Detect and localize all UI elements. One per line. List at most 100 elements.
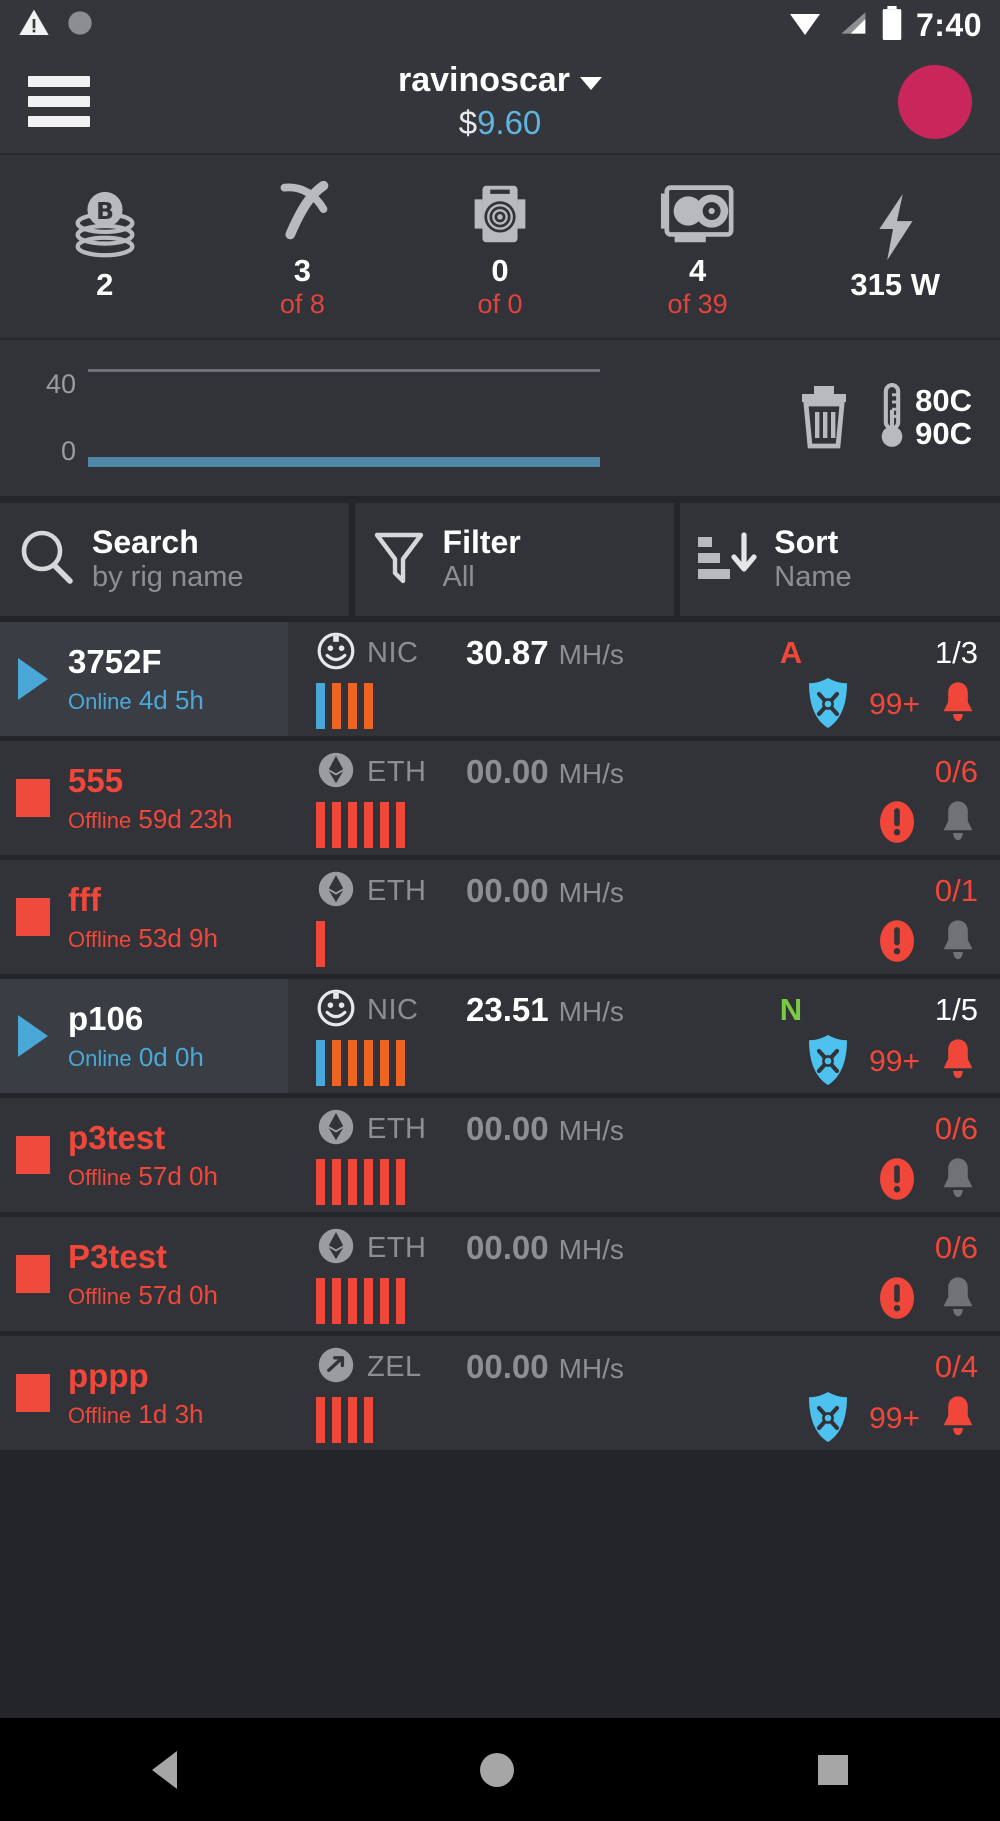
gpu-bar bbox=[348, 802, 357, 848]
rig-metrics-top: NIC 30.87 MH/s A 1/3 bbox=[316, 627, 978, 679]
rig-state-toggle[interactable] bbox=[16, 658, 50, 700]
notification-bell-icon[interactable] bbox=[938, 1156, 978, 1206]
gpu-bar-chart bbox=[316, 919, 325, 967]
rig-state-toggle[interactable] bbox=[16, 1374, 50, 1412]
play-triangle-icon[interactable] bbox=[18, 658, 48, 700]
stop-square-icon[interactable] bbox=[16, 1374, 50, 1412]
rig-identity[interactable]: 555 Offline 59d 23h bbox=[0, 741, 288, 855]
rig-hashrate: 00.00 MH/s bbox=[466, 1110, 736, 1148]
rig-identity[interactable]: 3752F Online 4d 5h bbox=[0, 622, 288, 736]
rig-identity[interactable]: p106 Online 0d 0h bbox=[0, 979, 288, 1093]
rig-status: Online 4d 5h bbox=[68, 685, 204, 716]
notification-bell-icon[interactable] bbox=[938, 1275, 978, 1325]
rig-metrics[interactable]: ETH 00.00 MH/s 0/1 bbox=[288, 860, 1000, 974]
table-row[interactable]: p106 Online 0d 0h NIC 23.51 MH/s N 1/5 99+ bbox=[0, 979, 1000, 1098]
rig-uptime: 57d 0h bbox=[138, 1279, 218, 1310]
summary-rigs[interactable]: 3 of 8 bbox=[204, 174, 402, 320]
back-triangle-icon[interactable] bbox=[151, 1750, 177, 1789]
gpu-bar bbox=[380, 802, 389, 848]
rig-metrics-bottom bbox=[316, 798, 978, 850]
summary-power[interactable]: 315 W bbox=[796, 188, 994, 304]
status-bar-system-icons: 7:40 bbox=[787, 5, 982, 45]
coins-stack-icon: B bbox=[65, 188, 145, 266]
rig-gpu-fraction: 0/6 bbox=[934, 754, 978, 789]
summary-coins[interactable]: B 2 bbox=[6, 188, 204, 304]
gpu-bar bbox=[380, 1159, 389, 1205]
rig-gpu-fraction: 1/3 bbox=[934, 635, 978, 670]
nicehash-icon bbox=[316, 631, 356, 676]
rig-status: Offline 59d 23h bbox=[68, 804, 232, 835]
table-row[interactable]: p3test Offline 57d 0h ETH 00.00 MH/s 0/6 bbox=[0, 1098, 1000, 1217]
rig-metrics-top: ETH 00.00 MH/s 0/6 bbox=[316, 746, 978, 798]
table-row[interactable]: fff Offline 53d 9h ETH 00.00 MH/s 0/1 bbox=[0, 860, 1000, 979]
rig-coin: ETH bbox=[316, 1226, 466, 1271]
notification-bell-icon[interactable] bbox=[938, 1394, 978, 1444]
algorithm-badge: A bbox=[779, 635, 803, 670]
home-circle-icon[interactable] bbox=[480, 1752, 515, 1787]
error-exclamation-icon[interactable] bbox=[874, 1271, 920, 1330]
summary-value: 4 bbox=[688, 252, 707, 288]
chart-y-tick-bottom: 0 bbox=[60, 436, 76, 466]
gpu-bar bbox=[348, 1278, 357, 1324]
stop-square-icon[interactable] bbox=[16, 898, 50, 936]
notification-bell-icon[interactable] bbox=[938, 1037, 978, 1087]
search-button[interactable]: Search by rig name bbox=[0, 503, 349, 616]
error-exclamation-icon[interactable] bbox=[874, 1152, 920, 1211]
rig-list[interactable]: 3752F Online 4d 5h NIC 30.87 MH/s A 1/3 99+ 555 O… bbox=[0, 622, 1000, 1718]
account-selector[interactable]: ravinoscar bbox=[398, 61, 602, 100]
notification-bell-icon[interactable] bbox=[938, 799, 978, 849]
hamburger-menu-icon[interactable] bbox=[28, 76, 90, 127]
gpu-bar bbox=[380, 1278, 389, 1324]
summary-gpus[interactable]: 4 of 39 bbox=[599, 174, 797, 320]
avatar[interactable] bbox=[898, 64, 972, 139]
filter-button[interactable]: Filter All bbox=[354, 503, 675, 616]
recents-square-icon[interactable] bbox=[818, 1754, 849, 1785]
wifi-icon bbox=[787, 8, 823, 43]
sort-button[interactable]: Sort Name bbox=[680, 503, 1000, 616]
temperature-thresholds[interactable]: 80C 90C bbox=[875, 381, 972, 456]
notification-bell-icon[interactable] bbox=[938, 680, 978, 730]
sort-value[interactable]: Name bbox=[774, 561, 851, 594]
rig-state-toggle[interactable] bbox=[16, 1015, 50, 1057]
chevron-down-icon[interactable] bbox=[580, 77, 602, 90]
rig-metrics[interactable]: ETH 00.00 MH/s 0/6 bbox=[288, 1098, 1000, 1212]
table-row[interactable]: 555 Offline 59d 23h ETH 00.00 MH/s 0/6 bbox=[0, 741, 1000, 860]
rig-identity[interactable]: p3test Offline 57d 0h bbox=[0, 1098, 288, 1212]
stop-square-icon[interactable] bbox=[16, 1136, 50, 1174]
rig-identity[interactable]: fff Offline 53d 9h bbox=[0, 860, 288, 974]
rig-state-toggle[interactable] bbox=[16, 1255, 50, 1293]
rig-hashrate-value: 00.00 bbox=[466, 753, 549, 790]
play-triangle-icon[interactable] bbox=[18, 1015, 48, 1057]
mining-shield-icon[interactable] bbox=[805, 676, 851, 735]
rig-identity[interactable]: pppp Offline 1d 3h bbox=[0, 1336, 288, 1450]
rig-metrics[interactable]: ZEL 00.00 MH/s 0/4 99+ bbox=[288, 1336, 1000, 1450]
table-row[interactable]: pppp Offline 1d 3h ZEL 00.00 MH/s 0/4 99+ bbox=[0, 1336, 1000, 1455]
rig-metrics[interactable]: ETH 00.00 MH/s 0/6 bbox=[288, 741, 1000, 855]
notification-bell-icon[interactable] bbox=[938, 918, 978, 968]
stop-square-icon[interactable] bbox=[16, 1255, 50, 1293]
mining-shield-icon[interactable] bbox=[805, 1390, 851, 1449]
error-exclamation-icon[interactable] bbox=[874, 795, 920, 854]
rig-state-toggle[interactable] bbox=[16, 1136, 50, 1174]
filter-value[interactable]: All bbox=[443, 561, 521, 594]
trash-can-icon[interactable] bbox=[795, 382, 853, 455]
gpu-bar bbox=[316, 1159, 325, 1205]
rig-metrics[interactable]: NIC 30.87 MH/s A 1/3 99+ bbox=[288, 622, 1000, 736]
search-label: Search bbox=[92, 524, 199, 561]
summary-asics[interactable]: 0 of 0 bbox=[401, 174, 599, 320]
search-input[interactable]: by rig name bbox=[92, 561, 244, 594]
error-exclamation-icon[interactable] bbox=[874, 914, 920, 973]
rig-status: Online 0d 0h bbox=[68, 1042, 204, 1073]
table-row[interactable]: 3752F Online 4d 5h NIC 30.87 MH/s A 1/3 99+ bbox=[0, 622, 1000, 741]
mining-shield-icon[interactable] bbox=[805, 1033, 851, 1092]
rig-state-toggle[interactable] bbox=[16, 898, 50, 936]
table-row[interactable]: P3test Offline 57d 0h ETH 00.00 MH/s 0/6 bbox=[0, 1217, 1000, 1336]
rig-name-block: p3test Offline 57d 0h bbox=[68, 1118, 218, 1192]
rig-hashrate-unit: MH/s bbox=[558, 639, 624, 670]
rig-metrics[interactable]: NIC 23.51 MH/s N 1/5 99+ bbox=[288, 979, 1000, 1093]
rig-identity[interactable]: P3test Offline 57d 0h bbox=[0, 1217, 288, 1331]
filter-funnel-icon bbox=[371, 527, 427, 592]
rig-state-toggle[interactable] bbox=[16, 779, 50, 817]
rig-metrics[interactable]: ETH 00.00 MH/s 0/6 bbox=[288, 1217, 1000, 1331]
stop-square-icon[interactable] bbox=[16, 779, 50, 817]
